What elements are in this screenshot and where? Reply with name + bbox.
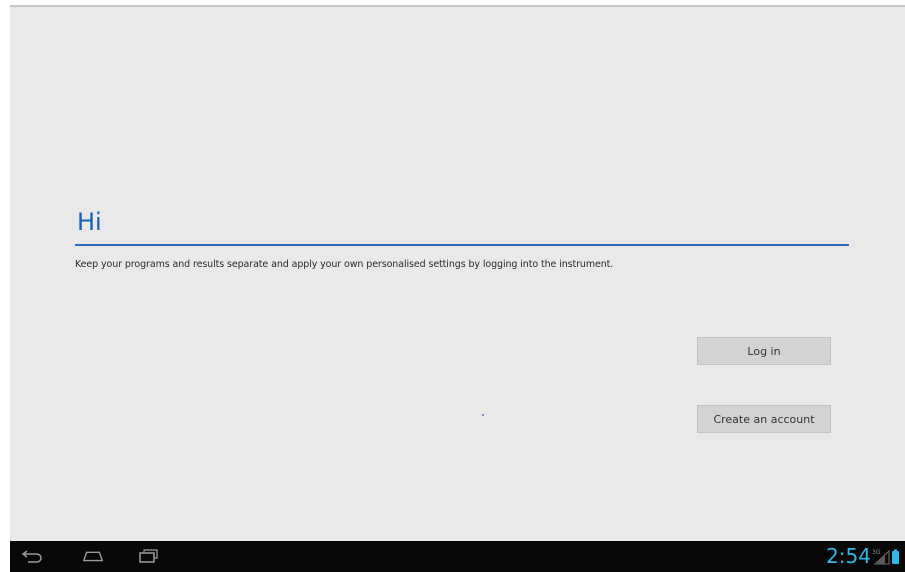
frame-left xyxy=(0,0,10,572)
greeting-title: Hi xyxy=(77,208,102,236)
login-button[interactable]: Log in xyxy=(697,337,831,365)
welcome-message: Keep your programs and results separate … xyxy=(75,259,614,270)
system-navigation-bar: 2:54 3G xyxy=(10,541,905,572)
back-icon[interactable] xyxy=(22,547,44,565)
clock: 2:54 xyxy=(826,544,871,568)
create-account-button[interactable]: Create an account xyxy=(697,405,831,433)
title-divider xyxy=(75,244,849,246)
welcome-panel: Hi Keep your programs and results separa… xyxy=(75,207,850,270)
status-icons: 3G xyxy=(871,548,901,565)
recent-apps-icon[interactable] xyxy=(138,547,160,565)
dot-mark xyxy=(482,414,484,416)
app-screen: Hi Keep your programs and results separa… xyxy=(10,5,905,572)
network-type-label: 3G xyxy=(872,549,881,556)
home-icon[interactable] xyxy=(82,547,104,565)
